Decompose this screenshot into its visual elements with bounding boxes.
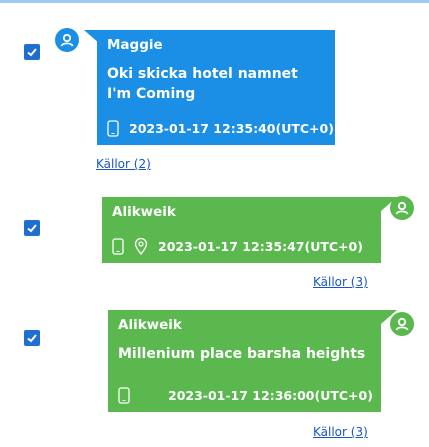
message-bubble-1[interactable]: Maggie Oki skicka hotel namnet I'm Comin… bbox=[97, 30, 335, 145]
sources-link[interactable]: Källor (2) bbox=[96, 157, 151, 171]
message-1-checkbox[interactable] bbox=[24, 44, 40, 60]
sources-link[interactable]: Källor (3) bbox=[313, 425, 368, 439]
sender-name: Maggie bbox=[107, 37, 163, 53]
sender-name: Alikweik bbox=[112, 204, 176, 220]
user-icon bbox=[395, 201, 409, 215]
avatar-alikweik bbox=[390, 196, 414, 220]
message-bubble-2[interactable]: Alikweik 2023-01-17 12:35:47(UTC+0) bbox=[102, 197, 381, 263]
phone-icon bbox=[107, 120, 119, 137]
message-meta: 2023-01-17 12:35:47(UTC+0) bbox=[112, 238, 363, 255]
message-timestamp: 2023-01-17 12:36:00(UTC+0) bbox=[168, 388, 373, 403]
sources-link[interactable]: Källor (3) bbox=[313, 275, 368, 289]
avatar-maggie bbox=[55, 28, 79, 52]
sender-name: Alikweik bbox=[118, 317, 182, 333]
checkmark-icon bbox=[27, 334, 37, 343]
message-timestamp: 2023-01-17 12:35:47(UTC+0) bbox=[158, 239, 363, 254]
message-text: Millenium place barsha heights bbox=[118, 346, 366, 362]
phone-icon bbox=[112, 238, 124, 255]
message-timestamp: 2023-01-17 12:35:40(UTC+0) bbox=[129, 121, 334, 136]
checkmark-icon bbox=[27, 224, 37, 233]
message-text: Oki skicka hotel namnet I'm Coming bbox=[107, 66, 298, 102]
message-3-checkbox[interactable] bbox=[24, 330, 40, 346]
message-2-checkbox[interactable] bbox=[24, 220, 40, 236]
avatar-alikweik bbox=[390, 312, 414, 336]
user-icon bbox=[395, 317, 409, 331]
message-meta: 2023-01-17 12:35:40(UTC+0) bbox=[107, 120, 334, 137]
location-pin-icon bbox=[134, 238, 148, 255]
message-meta: 2023-01-17 12:36:00(UTC+0) bbox=[118, 387, 373, 404]
phone-icon bbox=[118, 387, 130, 404]
top-divider bbox=[0, 0, 429, 3]
message-bubble-3[interactable]: Alikweik Millenium place barsha heights … bbox=[108, 310, 381, 412]
checkmark-icon bbox=[27, 48, 37, 57]
user-icon bbox=[60, 33, 74, 47]
